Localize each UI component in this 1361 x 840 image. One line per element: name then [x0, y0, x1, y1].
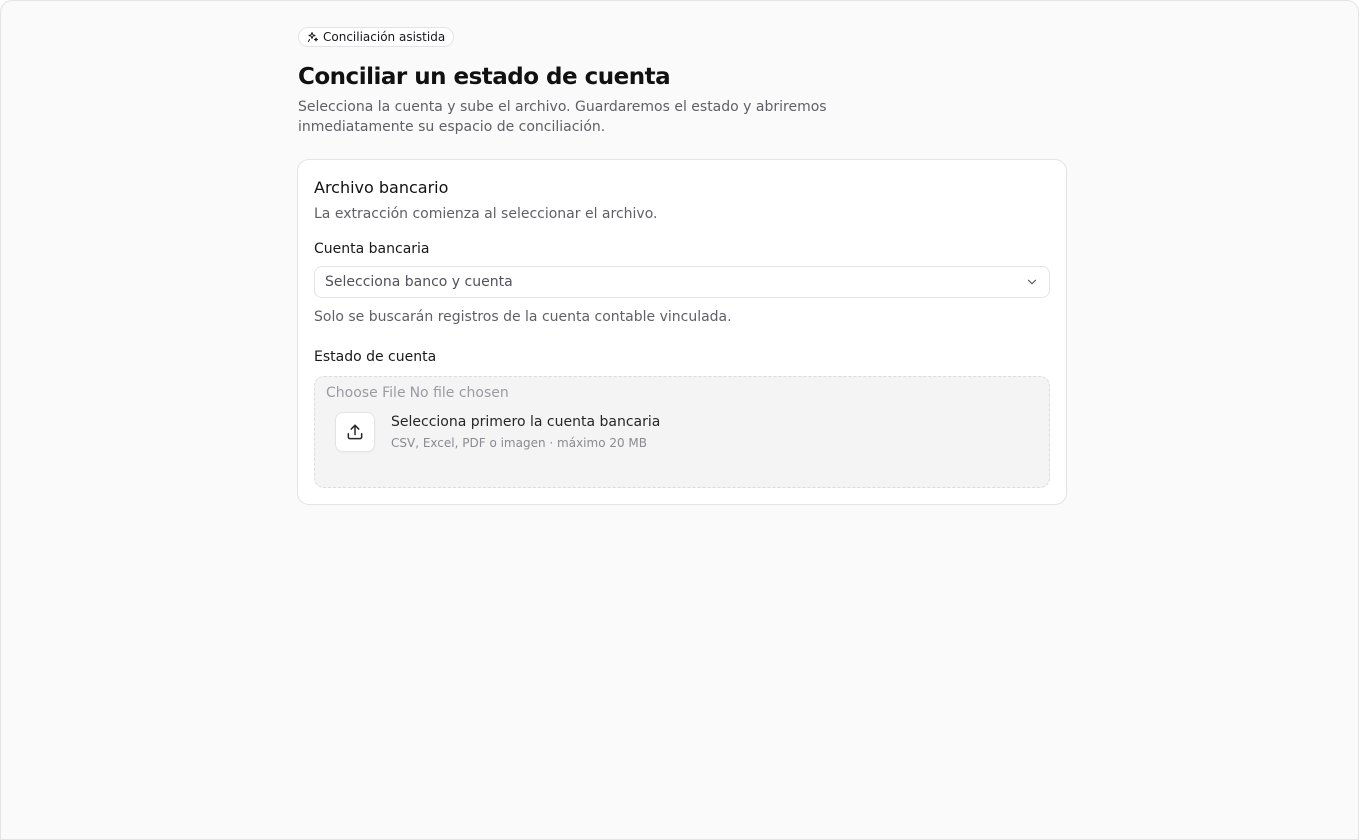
bank-account-select[interactable]: Selecciona banco y cuenta: [314, 266, 1050, 298]
feature-badge-label: Conciliación asistida: [323, 30, 446, 44]
bank-file-card: Archivo bancario La extracción comienza …: [297, 159, 1067, 505]
page-container: Conciliación asistida Conciliar un estad…: [297, 27, 1067, 505]
statement-label: Estado de cuenta: [314, 349, 437, 365]
page-title: Conciliar un estado de cuenta: [298, 64, 671, 90]
card-title: Archivo bancario: [314, 178, 449, 197]
upload-icon: [347, 424, 363, 440]
dropzone-hint: CSV, Excel, PDF o imagen · máximo 20 MB: [391, 436, 648, 450]
bank-account-help: Solo se buscarán registros de la cuenta …: [314, 309, 732, 325]
chevron-down-icon: [1027, 279, 1037, 285]
bank-account-placeholder: Selecciona banco y cuenta: [325, 274, 513, 290]
dropzone-title: Selecciona primero la cuenta bancaria: [391, 414, 661, 430]
statement-dropzone[interactable]: Choose File No file chosen Selecciona pr…: [314, 376, 1050, 488]
page-subtitle: Selecciona la cuenta y sube el archivo. …: [298, 99, 827, 135]
no-file-chosen-text: No file chosen: [409, 385, 509, 401]
feature-badge: Conciliación asistida: [298, 27, 455, 47]
app-viewport: Conciliación asistida Conciliar un estad…: [0, 0, 1359, 840]
choose-file-button[interactable]: Choose File: [326, 385, 406, 401]
sparkles-icon: [308, 32, 318, 42]
bank-account-label: Cuenta bancaria: [314, 241, 430, 257]
upload-button[interactable]: [335, 412, 375, 452]
card-description: La extracción comienza al seleccionar el…: [314, 206, 658, 222]
file-input[interactable]: Choose File No file chosen: [326, 385, 509, 401]
